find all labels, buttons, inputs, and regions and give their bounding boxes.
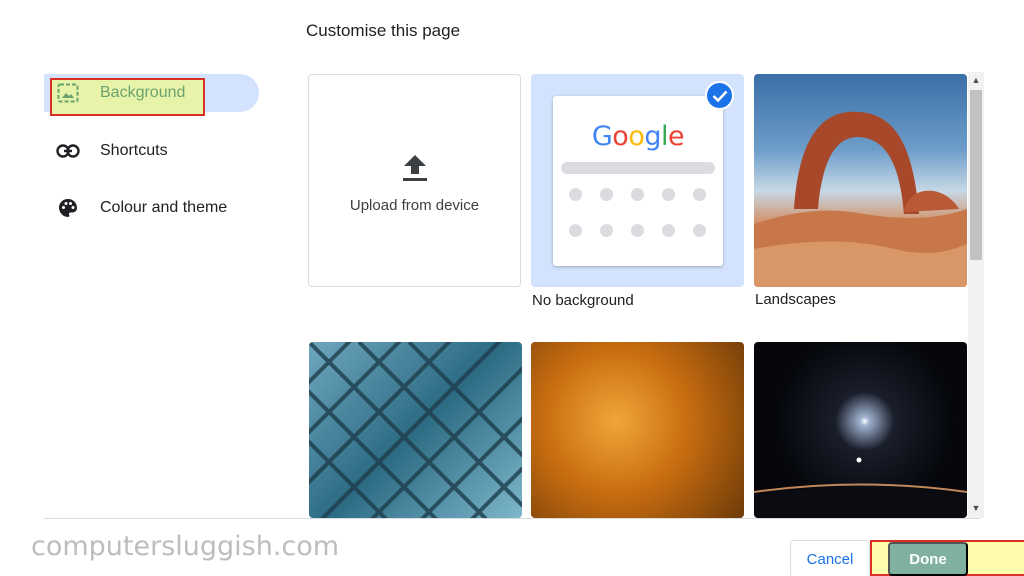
landscapes-label: Landscapes (755, 291, 836, 308)
planet-horizon (754, 457, 967, 518)
glass-facade-pattern (309, 342, 522, 518)
scrollbar-thumb[interactable] (970, 90, 982, 260)
upload-label: Upload from device (349, 197, 480, 214)
no-background-tile[interactable]: Google (531, 74, 744, 287)
collection-tile-space[interactable] (754, 342, 967, 518)
sidebar-item-label: Shortcuts (100, 142, 168, 159)
footer-divider (44, 518, 980, 519)
arch-illustration (754, 111, 967, 287)
link-icon (56, 141, 80, 161)
search-bar-preview (561, 162, 715, 174)
sidebar-item-colour-and-theme[interactable]: Colour and theme (44, 189, 259, 227)
upload-icon (401, 153, 429, 188)
sidebar-item-label: Colour and theme (100, 199, 228, 216)
scroll-down-arrow-icon[interactable]: ▼ (968, 500, 984, 516)
collection-tile-architecture[interactable] (309, 342, 522, 518)
landscapes-tile[interactable] (754, 74, 967, 287)
sidebar-item-background-content[interactable]: Background (44, 74, 259, 112)
dialog-title: Customise this page (306, 21, 461, 40)
scroll-up-arrow-icon[interactable]: ▲ (968, 72, 984, 88)
no-background-label: No background (532, 292, 634, 309)
image-icon (56, 83, 80, 103)
sidebar-item-shortcuts[interactable]: Shortcuts (44, 132, 259, 170)
palette-icon (56, 198, 80, 218)
watermark: computersluggish.com (31, 531, 340, 562)
sidebar-item-label: Background (100, 84, 186, 101)
cancel-button[interactable]: Cancel (790, 540, 870, 576)
preview-card: Google (553, 96, 723, 266)
done-button[interactable]: Done (888, 542, 968, 576)
collection-tile-textures[interactable] (531, 342, 744, 518)
selected-check-icon (705, 81, 734, 110)
google-logo: Google (591, 121, 685, 152)
upload-from-device-tile[interactable]: Upload from device (308, 74, 521, 287)
